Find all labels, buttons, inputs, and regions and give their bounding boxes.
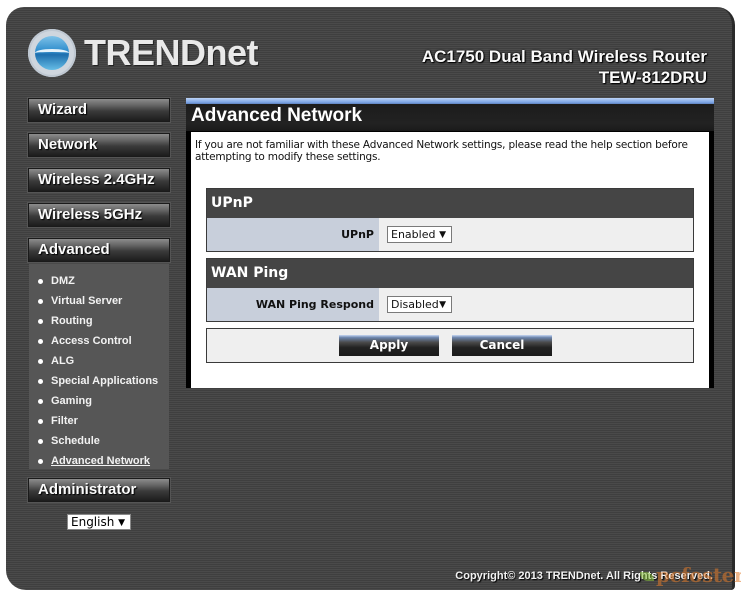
advanced-submenu: DMZ Virtual Server Routing Access Contro… — [29, 264, 169, 469]
upnp-section: UPnP UPnP Enabled ▼ — [206, 188, 694, 252]
bullet-icon — [38, 358, 43, 364]
submenu-item-alg[interactable]: ALG — [29, 351, 169, 371]
bullet-icon — [38, 318, 43, 324]
bullet-icon — [38, 338, 43, 344]
bullet-icon — [38, 278, 43, 284]
upnp-value: Enabled — [391, 228, 436, 241]
watermark: pcfoster — [640, 563, 741, 587]
wan-ping-section-header: WAN Ping — [207, 259, 693, 288]
upnp-section-header: UPnP — [207, 189, 693, 218]
submenu-item-special-applications[interactable]: Special Applications — [29, 371, 169, 391]
wan-ping-label: WAN Ping Respond — [207, 288, 379, 321]
chevron-down-icon: ▼ — [439, 230, 446, 240]
nav-advanced[interactable]: Advanced — [28, 238, 170, 262]
action-bar: Apply Cancel — [206, 328, 694, 363]
nav-wireless-5ghz[interactable]: Wireless 5GHz — [28, 203, 170, 227]
wan-ping-value: Disabled — [391, 298, 439, 311]
upnp-label: UPnP — [207, 218, 379, 251]
bullet-icon — [38, 378, 43, 384]
content-border: If you are not familiar with these Advan… — [186, 131, 714, 388]
language-value: English — [71, 515, 115, 529]
nav-network[interactable]: Network — [28, 133, 170, 157]
bullet-icon — [38, 418, 43, 424]
upnp-row: UPnP Enabled ▼ — [207, 218, 693, 251]
brand-name: TRENDnet — [84, 32, 259, 73]
trendnet-logo-icon — [28, 29, 76, 77]
chevron-down-icon: ▼ — [439, 300, 446, 310]
submenu-item-routing[interactable]: Routing — [29, 311, 169, 331]
bullet-icon — [38, 298, 43, 304]
nav-wireless-24ghz[interactable]: Wireless 2.4GHz — [28, 168, 170, 192]
intro-text: If you are not familiar with these Advan… — [195, 139, 688, 163]
submenu-item-access-control[interactable]: Access Control — [29, 331, 169, 351]
main-panel: Advanced Network If you are not familiar… — [186, 98, 714, 388]
bullet-icon — [38, 458, 43, 464]
chevron-down-icon: ▼ — [118, 518, 125, 528]
product-info: AC1750 Dual Band Wireless Router TEW-812… — [422, 46, 707, 88]
upnp-select[interactable]: Enabled ▼ — [387, 226, 452, 243]
cancel-button[interactable]: Cancel — [452, 335, 552, 356]
page-title: Advanced Network — [186, 104, 714, 132]
submenu-item-gaming[interactable]: Gaming — [29, 391, 169, 411]
trendnet-logo: TRENDnet — [28, 28, 259, 78]
submenu-item-advanced-network[interactable]: Advanced Network — [29, 451, 169, 471]
bullet-icon — [38, 398, 43, 404]
nav-wizard[interactable]: Wizard — [28, 98, 170, 122]
product-line: AC1750 Dual Band Wireless Router — [421, 47, 707, 66]
submenu-item-filter[interactable]: Filter — [29, 411, 169, 431]
submenu-item-virtual-server[interactable]: Virtual Server — [29, 291, 169, 311]
apply-button[interactable]: Apply — [339, 335, 439, 356]
content-area: If you are not familiar with these Advan… — [191, 132, 709, 388]
wan-ping-row: WAN Ping Respond Disabled ▼ — [207, 288, 693, 321]
wan-ping-select[interactable]: Disabled ▼ — [387, 296, 452, 313]
language-select[interactable]: English ▼ — [67, 514, 131, 530]
leaf-icon — [640, 572, 654, 581]
nav-administrator[interactable]: Administrator — [28, 478, 170, 502]
submenu-item-schedule[interactable]: Schedule — [29, 431, 169, 451]
model-number: TEW-812DRU — [598, 68, 707, 87]
submenu-item-dmz[interactable]: DMZ — [29, 271, 169, 291]
wan-ping-section: WAN Ping WAN Ping Respond Disabled ▼ — [206, 258, 694, 322]
bullet-icon — [38, 438, 43, 444]
